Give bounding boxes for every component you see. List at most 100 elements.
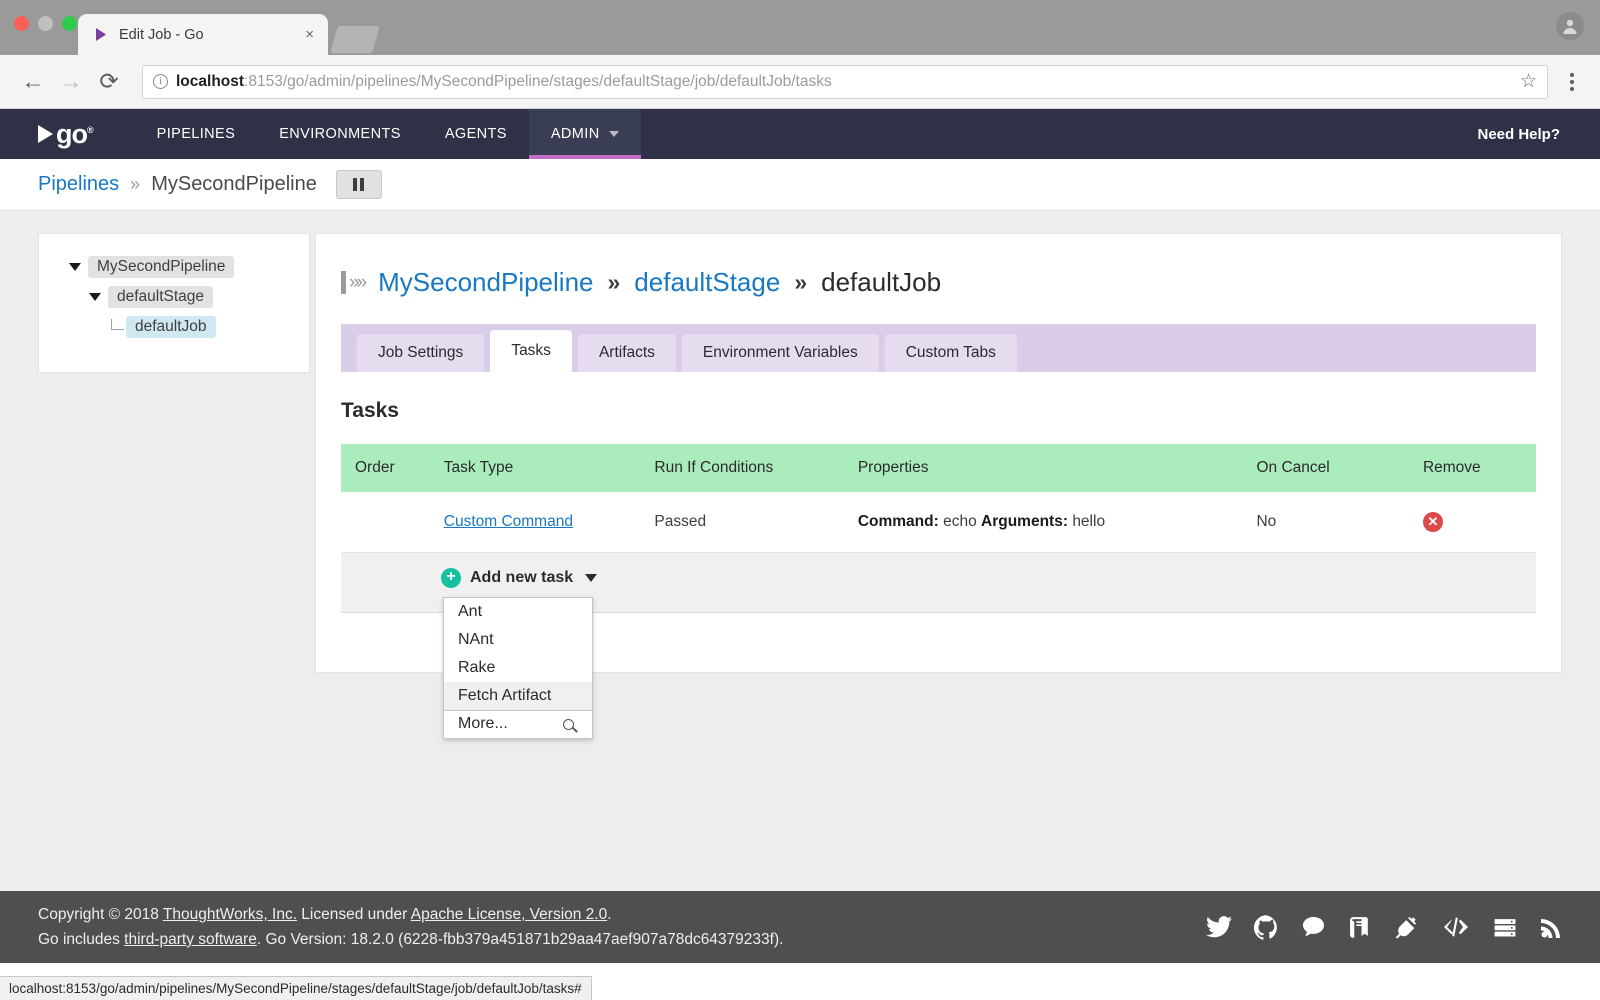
menu-item-ant[interactable]: Ant	[444, 598, 592, 626]
footer-text-block: Copyright © 2018 ThoughtWorks, Inc. Lice…	[38, 902, 783, 952]
reload-button[interactable]: ⟳	[90, 63, 128, 101]
tree-elbow-icon	[111, 318, 124, 330]
code-icon[interactable]	[1442, 915, 1470, 939]
breadcrumb-current: MySecondPipeline	[151, 173, 317, 195]
browser-status-bar: localhost:8153/go/admin/pipelines/MySeco…	[0, 976, 592, 1000]
nav-label: AGENTS	[444, 126, 507, 142]
browser-tab[interactable]: Edit Job - Go ×	[78, 14, 328, 55]
nav-item-environments[interactable]: ENVIRONMENTS	[257, 109, 423, 159]
tab-artifacts[interactable]: Artifacts	[577, 333, 676, 372]
cell-run-if: Passed	[654, 492, 858, 553]
nav-label: ENVIRONMENTS	[279, 126, 401, 142]
add-task-cell: + Add new task Ant NAnt Rake Fetch Artif…	[341, 552, 1536, 739]
avatar[interactable]	[1556, 12, 1584, 40]
search-icon	[563, 718, 574, 730]
menu-item-fetch-artifact[interactable]: Fetch Artifact	[444, 681, 592, 710]
menu-item-label: Fetch Artifact	[458, 686, 552, 704]
tree-node-defaultjob[interactable]: defaultJob	[53, 316, 295, 338]
column-header-properties: Properties	[857, 444, 1257, 492]
delete-icon[interactable]: ✕	[1422, 511, 1443, 532]
go-favicon	[92, 26, 109, 43]
tab-job-settings[interactable]: Job Settings	[357, 333, 485, 372]
footer-copyright-line: Copyright © 2018 ThoughtWorks, Inc. Lice…	[38, 902, 783, 927]
twitter-icon[interactable]	[1206, 916, 1232, 938]
nav-item-agents[interactable]: AGENTS	[423, 109, 529, 159]
plug-icon[interactable]	[1395, 915, 1420, 940]
add-new-task-button[interactable]: + Add new task	[441, 567, 598, 588]
license-post: .	[607, 906, 612, 923]
cell-remove: ✕	[1422, 492, 1536, 553]
third-party-software-link[interactable]: third-party software	[124, 931, 257, 948]
pause-button[interactable]	[335, 170, 382, 199]
page-footer: Copyright © 2018 ThoughtWorks, Inc. Lice…	[0, 891, 1600, 963]
address-bar[interactable]: i localhost:8153/go/admin/pipelines/MySe…	[142, 64, 1548, 99]
copyright-prefix: Copyright © 2018	[38, 906, 163, 923]
rss-icon[interactable]	[1540, 915, 1562, 939]
browser-tab-title: Edit Job - Go	[119, 26, 204, 43]
nav-label: PIPELINES	[156, 126, 236, 142]
cell-on-cancel: No	[1256, 492, 1423, 553]
nav-items: PIPELINES ENVIRONMENTS AGENTS ADMIN	[135, 109, 641, 159]
task-type-link[interactable]: Custom Command	[444, 513, 573, 530]
browser-titlebar: Edit Job - Go ×	[0, 0, 1600, 55]
page-title-separator: »	[794, 269, 808, 295]
table-row: Custom Command Passed Command: echo Argu…	[341, 492, 1536, 553]
page-title-pipeline-link[interactable]: MySecondPipeline	[378, 267, 593, 298]
chevron-down-icon	[608, 131, 619, 137]
job-icon: »»	[341, 271, 367, 294]
chat-icon[interactable]	[1301, 915, 1326, 939]
section-title: Tasks	[341, 399, 399, 422]
nav-item-admin[interactable]: ADMIN	[528, 109, 641, 159]
play-icon	[38, 125, 53, 143]
minimize-window-button[interactable]	[38, 16, 53, 31]
property-label-arguments: Arguments:	[981, 512, 1068, 530]
add-task-dropdown-menu: Ant NAnt Rake Fetch Artifact More...	[443, 596, 593, 739]
caret-down-icon[interactable]	[69, 263, 81, 271]
site-info-icon[interactable]: i	[153, 74, 168, 89]
new-tab-button[interactable]	[330, 26, 380, 53]
menu-item-nant[interactable]: NAnt	[444, 626, 592, 654]
tab-environment-variables[interactable]: Environment Variables	[681, 333, 879, 372]
server-icon[interactable]	[1492, 915, 1518, 940]
nav-label: ADMIN	[550, 126, 600, 142]
close-icon[interactable]: ×	[301, 27, 318, 42]
tree-node-mysecondpipeline[interactable]: MySecondPipeline	[53, 256, 295, 278]
menu-item-label: Rake	[458, 658, 496, 676]
column-header-task-type: Task Type	[443, 444, 655, 492]
go-logo-sup: ®	[87, 124, 94, 135]
caret-down-icon[interactable]	[89, 293, 101, 301]
tab-custom-tabs[interactable]: Custom Tabs	[884, 333, 1017, 372]
breadcrumb-link-pipelines[interactable]: Pipelines	[38, 173, 119, 196]
page-title: »» MySecondPipeline » defaultStage » def…	[341, 264, 1536, 324]
property-value-command: echo	[943, 512, 977, 530]
apache-license-link[interactable]: Apache License, Version 2.0	[411, 906, 607, 923]
thoughtworks-link[interactable]: ThoughtWorks, Inc.	[163, 906, 297, 923]
tasks-table-body: Custom Command Passed Command: echo Argu…	[341, 492, 1536, 739]
page-title-separator: »	[607, 269, 621, 295]
column-header-run-if: Run If Conditions	[654, 444, 858, 492]
job-editor-panel: »» MySecondPipeline » defaultStage » def…	[315, 233, 1562, 739]
tree-node-label: MySecondPipeline	[88, 256, 235, 278]
add-task-row: + Add new task Ant NAnt Rake Fetch Artif…	[341, 552, 1536, 739]
bookmark-star-icon[interactable]: ☆	[1512, 70, 1537, 93]
global-navbar: go® PIPELINES ENVIRONMENTS AGENTS ADMIN …	[0, 109, 1600, 159]
url-path: :8153/go/admin/pipelines/MySecondPipelin…	[244, 72, 832, 90]
book-icon[interactable]	[1348, 915, 1373, 940]
tree-node-defaultstage[interactable]: defaultStage	[53, 286, 295, 308]
github-icon[interactable]	[1254, 914, 1279, 940]
tasks-header-row: Order Task Type Run If Conditions Proper…	[341, 444, 1536, 492]
browser-menu-icon[interactable]	[1558, 72, 1586, 91]
tab-tasks[interactable]: Tasks	[490, 329, 572, 372]
footer-social-icons	[1206, 914, 1562, 940]
nav-item-pipelines[interactable]: PIPELINES	[135, 109, 258, 159]
menu-item-more[interactable]: More...	[444, 709, 592, 738]
page-title-stage-link[interactable]: defaultStage	[634, 267, 780, 298]
forward-button[interactable]: →	[52, 63, 90, 101]
close-window-button[interactable]	[14, 16, 29, 31]
menu-item-rake[interactable]: Rake	[444, 654, 592, 682]
go-logo[interactable]: go®	[38, 109, 94, 159]
need-help-link[interactable]: Need Help?	[1477, 109, 1600, 159]
back-button[interactable]: ←	[14, 63, 52, 101]
pipeline-tree-sidebar: MySecondPipeline defaultStage defaultJob	[38, 233, 310, 373]
maximize-window-button[interactable]	[62, 16, 77, 31]
